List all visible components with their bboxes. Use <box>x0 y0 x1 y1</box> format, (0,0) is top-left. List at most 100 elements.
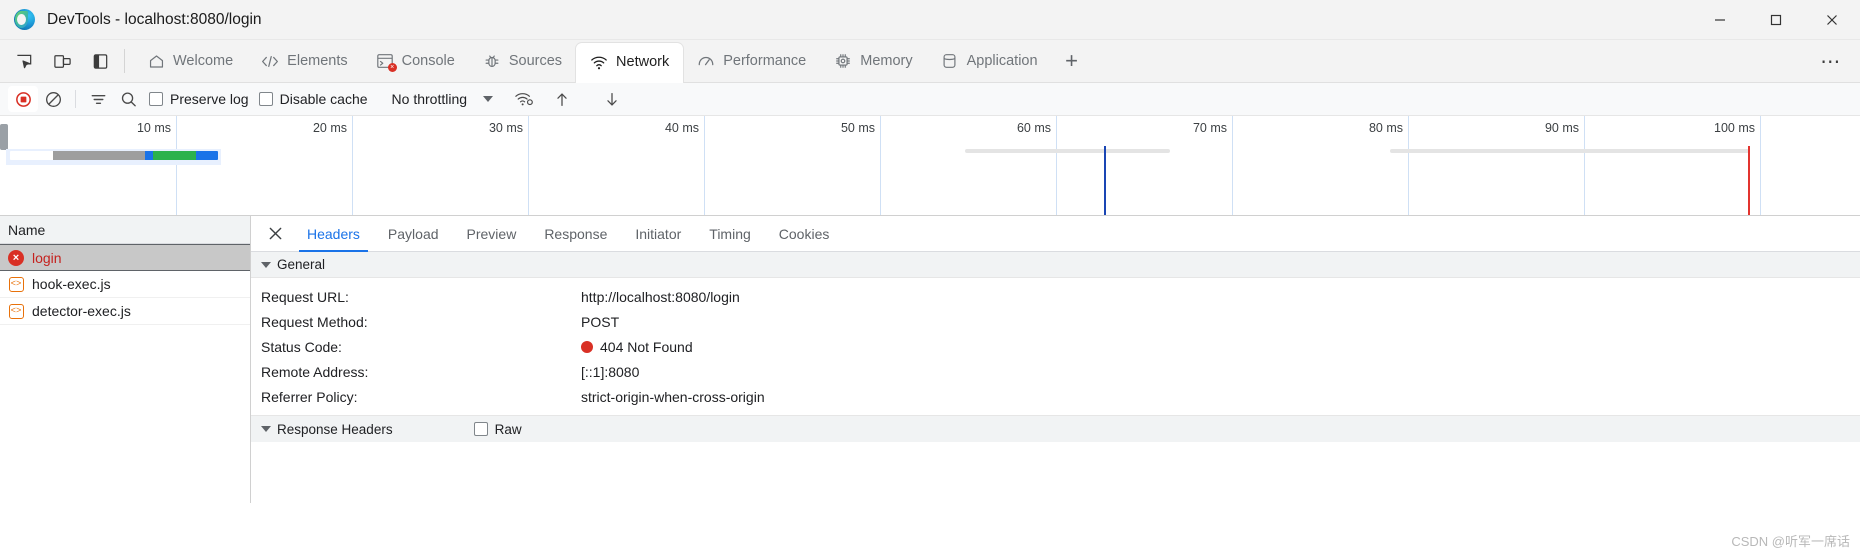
general-key-value-list: Request URL: http://localhost:8080/login… <box>251 278 1860 415</box>
raw-toggle-checkbox[interactable]: Raw <box>473 422 522 437</box>
overview-tick-label: 80 ms <box>1368 121 1403 135</box>
edge-logo-icon <box>14 9 35 30</box>
title-bar: DevTools - localhost:8080/login <box>0 0 1860 40</box>
status-badge <box>581 340 593 353</box>
close-icon[interactable] <box>257 216 293 251</box>
request-list-panel: Name × login <> hook-exec.js <> detector… <box>0 216 251 503</box>
segment-content-download <box>196 151 218 160</box>
tab-welcome-label: Welcome <box>173 52 234 69</box>
tab-response-label: Response <box>544 225 608 242</box>
throttling-value: No throttling <box>391 91 468 107</box>
overview-tick-label: 70 ms <box>1192 121 1227 135</box>
request-list-column-header[interactable]: Name <box>0 216 250 244</box>
tab-headers[interactable]: Headers <box>293 216 374 252</box>
inspect-element-icon[interactable] <box>8 46 40 76</box>
tab-memory-label: Memory <box>860 52 913 69</box>
field-key: Remote Address: <box>261 363 369 380</box>
field-value: http://localhost:8080/login <box>581 288 740 305</box>
chevron-down-icon <box>483 96 494 102</box>
tab-initiator[interactable]: Initiator <box>621 216 695 251</box>
code-brackets-icon <box>261 52 279 70</box>
status-value-wrap: 404 Not Found <box>581 339 693 355</box>
home-icon <box>147 52 165 70</box>
preserve-log-label: Preserve log <box>170 91 249 107</box>
tab-cookies[interactable]: Cookies <box>765 216 844 251</box>
overview-tick-label: 40 ms <box>664 121 699 135</box>
filter-funnel-icon[interactable] <box>83 86 113 112</box>
list-item: Status Code: 404 Not Found <box>251 334 1860 359</box>
overview-tick-label: 10 ms <box>136 121 171 135</box>
toolbar-divider <box>75 90 76 108</box>
list-item: Remote Address: [::1]:8080 <box>251 359 1860 384</box>
wifi-settings-icon[interactable] <box>509 86 539 112</box>
devtools-window: DevTools - localhost:8080/login Welcome … <box>0 0 1860 555</box>
overview-request-bar <box>10 151 218 160</box>
details-tab-bar: Headers Payload Preview Response Initiat… <box>251 216 1860 252</box>
response-headers-title: Response Headers <box>277 421 393 437</box>
devtools-tab-strip: Welcome Elements × Console Sources Netwo… <box>0 40 1860 83</box>
field-value: 404 Not Found <box>600 338 693 355</box>
add-panel-button[interactable]: + <box>1052 40 1092 82</box>
checkbox-box <box>258 92 273 106</box>
tab-welcome[interactable]: Welcome <box>133 40 247 82</box>
tab-headers-label: Headers <box>307 225 360 242</box>
throttling-select[interactable]: No throttling <box>384 89 499 109</box>
clear-circle-slash-icon[interactable] <box>38 86 68 112</box>
overview-tick-label: 20 ms <box>312 121 347 135</box>
tab-performance[interactable]: Performance <box>683 40 820 82</box>
request-name: login <box>32 249 62 266</box>
chevron-down-icon <box>261 426 271 432</box>
network-overview-timeline[interactable]: 10 ms 20 ms 30 ms 40 ms 50 ms 60 ms 70 m… <box>0 116 1860 216</box>
upload-arrow-icon[interactable] <box>547 86 577 112</box>
tab-memory[interactable]: Memory <box>820 40 926 82</box>
preserve-log-checkbox[interactable]: Preserve log <box>143 91 253 107</box>
tab-application-label: Application <box>966 52 1038 69</box>
response-headers-section-header[interactable]: Response Headers Raw <box>251 415 1860 442</box>
list-item: Referrer Policy: strict-origin-when-cros… <box>251 384 1860 409</box>
overview-window-handle-left[interactable] <box>0 124 8 150</box>
dom-content-loaded-marker <box>1104 146 1106 215</box>
tab-initiator-label: Initiator <box>635 225 682 242</box>
general-section-header[interactable]: General <box>251 252 1860 278</box>
tab-elements[interactable]: Elements <box>247 40 361 82</box>
error-circle-icon: × <box>8 249 24 266</box>
network-toolbar: Preserve log Disable cache No throttling <box>0 83 1860 116</box>
tab-application[interactable]: Application <box>927 40 1052 82</box>
list-item: Request Method: POST <box>251 309 1860 334</box>
dock-side-icon[interactable] <box>84 46 116 76</box>
disable-cache-checkbox[interactable]: Disable cache <box>253 91 372 107</box>
close-button[interactable] <box>1804 0 1860 40</box>
general-section-title: General <box>277 257 326 272</box>
speedometer-icon <box>697 52 715 70</box>
device-toolbar-icon[interactable] <box>46 46 78 76</box>
tab-preview[interactable]: Preview <box>453 216 531 251</box>
record-stop-icon[interactable] <box>8 86 38 112</box>
chip-icon <box>834 52 852 70</box>
tab-payload[interactable]: Payload <box>374 216 453 251</box>
network-lower-pane: Name × login <> hook-exec.js <> detector… <box>0 216 1860 503</box>
toolbar-divider <box>124 49 125 73</box>
field-key: Referrer Policy: <box>261 388 358 405</box>
download-arrow-icon[interactable] <box>597 86 627 112</box>
request-name: hook-exec.js <box>32 276 111 292</box>
table-row[interactable]: <> detector-exec.js <box>0 298 250 325</box>
list-item: Request URL: http://localhost:8080/login <box>251 284 1860 309</box>
more-tools-button[interactable]: ⋯ <box>1808 40 1860 82</box>
tab-console[interactable]: × Console <box>362 40 469 82</box>
table-row[interactable]: × login <box>0 244 250 271</box>
search-icon[interactable] <box>113 86 143 112</box>
minimize-button[interactable] <box>1692 0 1748 40</box>
tool-icon-group <box>0 40 116 82</box>
window-controls <box>1692 0 1860 39</box>
tab-timing[interactable]: Timing <box>695 216 765 251</box>
checkbox-box <box>473 422 488 436</box>
tab-timing-label: Timing <box>709 225 751 242</box>
maximize-button[interactable] <box>1748 0 1804 40</box>
tab-response[interactable]: Response <box>530 216 621 251</box>
table-row[interactable]: <> hook-exec.js <box>0 271 250 298</box>
tab-network[interactable]: Network <box>576 43 684 83</box>
chevron-down-icon <box>261 261 271 268</box>
segment-waiting-ttfb <box>153 151 196 160</box>
tab-sources[interactable]: Sources <box>469 40 576 82</box>
overview-tick-label: 50 ms <box>840 121 875 135</box>
